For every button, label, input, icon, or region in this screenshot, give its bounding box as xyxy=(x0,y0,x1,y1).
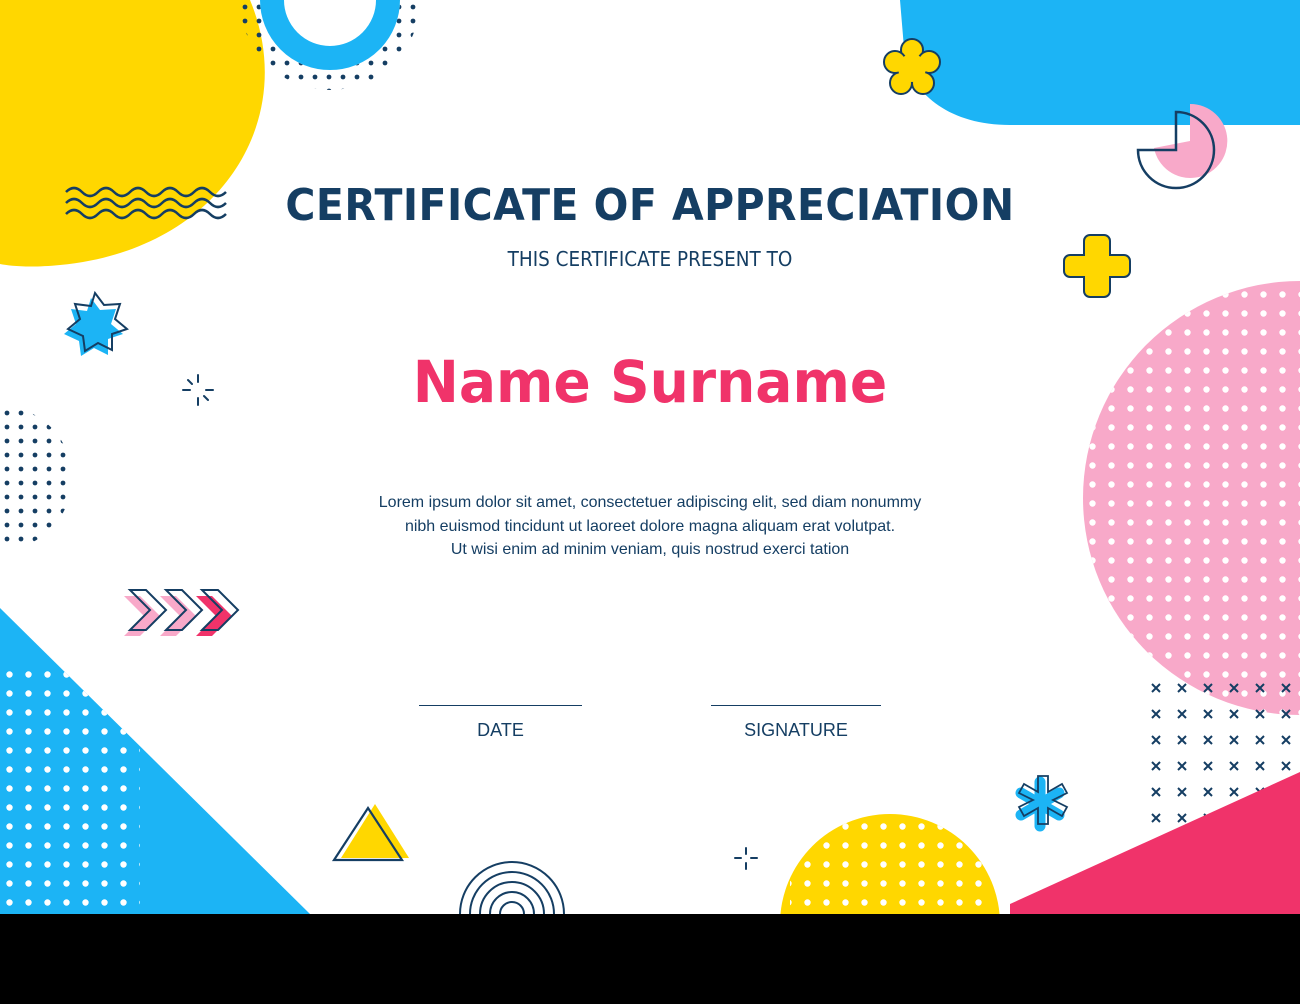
sparkle-icon xyxy=(182,374,758,870)
signature-block: SIGNATURE xyxy=(711,705,881,741)
signature-line xyxy=(711,705,881,706)
body-line: Ut wisi enim ad minim veniam, quis nostr… xyxy=(450,541,850,558)
chevron-arrows-icon xyxy=(124,589,240,636)
body-line: nibh euismod tincidunt ut laoreet dolore… xyxy=(404,517,896,535)
decorations xyxy=(0,0,1300,914)
certificate: CERTIFICATE OF APPRECIATION THIS CERTIFI… xyxy=(0,0,1300,914)
date-line xyxy=(419,705,582,706)
certificate-title: CERTIFICATE OF APPRECIATION xyxy=(285,180,1015,231)
blue-star-icon xyxy=(64,290,130,356)
bottom-banner xyxy=(0,914,1300,1004)
date-label: DATE xyxy=(477,720,524,740)
blue-asterisk-icon xyxy=(1015,775,1069,832)
yellow-dotted-semicircle xyxy=(780,814,1000,914)
body-line: Lorem ipsum dolor sit amet, consectetuer… xyxy=(378,494,922,511)
recipient-name: Name Surname xyxy=(412,348,888,416)
signature-label: SIGNATURE xyxy=(744,720,848,740)
certificate-body: Lorem ipsum dolor sit amet, consectetuer… xyxy=(0,491,1300,562)
triangle-icon xyxy=(331,804,409,862)
certificate-subtitle: THIS CERTIFICATE PRESENT TO xyxy=(507,247,793,271)
blue-blob-top-right xyxy=(900,0,1300,125)
date-block: DATE xyxy=(419,705,582,741)
concentric-arcs-icon xyxy=(459,861,565,914)
blue-dotted-triangle xyxy=(0,608,310,914)
